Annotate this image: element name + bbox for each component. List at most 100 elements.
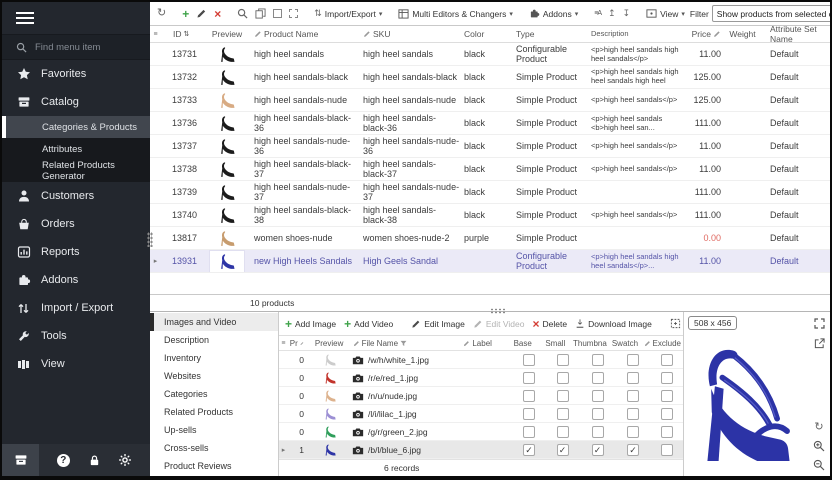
column-header-description[interactable]: Description [589, 26, 684, 42]
delete-image-button[interactable]: ×Delete [530, 317, 569, 331]
delete-product-button[interactable]: × [212, 7, 223, 21]
cell-thumbnail[interactable] [579, 390, 616, 402]
cell-small[interactable] [546, 426, 579, 438]
cell-small[interactable]: ✓ [546, 444, 579, 456]
refresh-button[interactable]: ↻ [155, 7, 168, 20]
sidebar-item-view[interactable]: View [2, 350, 150, 378]
vertical-splitter-grip[interactable] [147, 232, 153, 247]
sidebar-item-reports[interactable]: Reports [2, 238, 150, 266]
base-checkbox[interactable]: ✓ [523, 444, 535, 456]
column-header-exclude[interactable]: Exclude [642, 339, 683, 348]
sidebar-search-input[interactable] [35, 42, 135, 53]
thumbnail-checkbox[interactable] [592, 408, 604, 420]
detail-tab[interactable]: Inventory [150, 349, 278, 367]
thumbnail-checkbox[interactable] [592, 372, 604, 384]
lock-button[interactable] [88, 454, 101, 467]
collapse-rows-button[interactable]: ↧ [621, 8, 633, 19]
store-button[interactable] [2, 444, 39, 476]
cell-exclude[interactable] [650, 444, 683, 456]
cell-base[interactable] [512, 426, 546, 438]
filter-select[interactable]: Show products from selected categories▾ [712, 5, 832, 22]
base-checkbox[interactable] [523, 354, 535, 366]
column-header-position[interactable]: Pr [288, 339, 308, 348]
sidebar-item-addons[interactable]: Addons [2, 266, 150, 294]
image-row[interactable]: 0 /r/e/red_1.jpg [279, 369, 683, 387]
detail-tab[interactable]: Product Reviews [150, 457, 278, 475]
cell-thumbnail[interactable] [579, 426, 616, 438]
swatch-checkbox[interactable] [627, 372, 639, 384]
small-checkbox[interactable] [557, 390, 569, 402]
image-row[interactable]: 0 /w/h/white_1.jpg [279, 351, 683, 369]
add-product-button[interactable]: + [180, 7, 191, 21]
cell-small[interactable] [546, 354, 579, 366]
multi-editors-menu[interactable]: Multi Editors & Changers▾ [396, 7, 515, 20]
cell-thumbnail[interactable] [579, 354, 616, 366]
sidebar-item-tools[interactable]: Tools [2, 322, 150, 350]
product-row[interactable]: ▸ 13931 new High Heels Sandals High Geel… [150, 250, 830, 273]
select-checkbox-button[interactable] [271, 8, 284, 19]
add-image-button[interactable]: +Add Image [283, 317, 338, 331]
cell-thumbnail[interactable] [579, 408, 616, 420]
expand-rows-button[interactable]: ↥ [606, 8, 618, 19]
thumbnail-checkbox[interactable] [592, 354, 604, 366]
cell-exclude[interactable] [650, 390, 683, 402]
detail-tab[interactable]: Images and Video [150, 313, 278, 331]
view-menu[interactable]: View▾ [644, 7, 687, 20]
column-header-swatch[interactable]: Swatch [608, 339, 641, 348]
column-header-thumbnail[interactable]: Thumbna [571, 339, 608, 348]
detail-tab[interactable]: Categories [150, 385, 278, 403]
sidebar-item-catalog[interactable]: Catalog [2, 88, 150, 116]
import-export-menu[interactable]: ⇅Import/Export▾ [312, 8, 384, 20]
product-row[interactable]: 13737 high heel sandals-nude-36 high hee… [150, 135, 830, 158]
product-row[interactable]: 13736 high heel sandals-black-36 high he… [150, 112, 830, 135]
cell-exclude[interactable] [650, 372, 683, 384]
menu-toggle-button[interactable] [2, 2, 150, 34]
horizontal-splitter-grip[interactable] [490, 308, 505, 314]
column-header-sku[interactable]: SKU [361, 26, 462, 42]
detail-tab[interactable]: Websites [150, 367, 278, 385]
paste-special-button[interactable] [287, 8, 300, 19]
sidebar-item-related-products-generator[interactable]: Related Products Generator [2, 160, 150, 182]
sort-az-button[interactable]: ≡A [592, 9, 603, 18]
cell-base[interactable]: ✓ [512, 444, 546, 456]
edit-image-button[interactable]: Edit Image [409, 318, 467, 330]
thumbnail-checkbox[interactable] [592, 426, 604, 438]
cell-exclude[interactable] [650, 354, 683, 366]
exclude-checkbox[interactable] [661, 408, 673, 420]
cell-swatch[interactable] [616, 426, 650, 438]
search-button[interactable] [235, 7, 250, 20]
edit-product-button[interactable] [194, 7, 209, 20]
column-header-file-name[interactable]: File Name [351, 339, 462, 348]
swatch-checkbox[interactable]: ✓ [627, 444, 639, 456]
cell-base[interactable] [512, 354, 546, 366]
rotate-button[interactable]: ↻ [812, 420, 826, 434]
product-row[interactable]: 13740 high heel sandals-black-38 high he… [150, 204, 830, 227]
download-image-button[interactable]: Download Image [573, 317, 654, 330]
cell-thumbnail[interactable]: ✓ [579, 444, 616, 456]
column-header-weight[interactable]: Weight [725, 26, 760, 42]
exclude-checkbox[interactable] [661, 354, 673, 366]
fit-screen-button[interactable] [812, 316, 826, 330]
cell-base[interactable] [512, 372, 546, 384]
column-header-label[interactable]: Label [461, 339, 506, 348]
cell-small[interactable] [546, 372, 579, 384]
column-header-base[interactable]: Base [506, 339, 539, 348]
base-checkbox[interactable] [523, 372, 535, 384]
column-header-price[interactable]: Price [684, 26, 725, 42]
settings-gear-button[interactable] [118, 453, 132, 467]
image-row[interactable]: 0 /l/i/lilac_1.jpg [279, 405, 683, 423]
detail-tab[interactable]: Up-sells [150, 421, 278, 439]
swatch-checkbox[interactable] [627, 408, 639, 420]
column-header-preview[interactable]: Preview [202, 26, 252, 42]
copy-button[interactable] [253, 7, 268, 20]
addons-menu[interactable]: Addons▾ [527, 7, 580, 20]
column-header-small[interactable]: Small [539, 339, 571, 348]
cell-swatch[interactable]: ✓ [616, 444, 650, 456]
base-checkbox[interactable] [523, 426, 535, 438]
open-external-button[interactable] [812, 336, 826, 350]
column-header-product-name[interactable]: Product Name [252, 26, 361, 42]
cell-swatch[interactable] [616, 372, 650, 384]
exclude-checkbox[interactable] [661, 426, 673, 438]
cell-swatch[interactable] [616, 354, 650, 366]
thumbnail-checkbox[interactable]: ✓ [592, 444, 604, 456]
